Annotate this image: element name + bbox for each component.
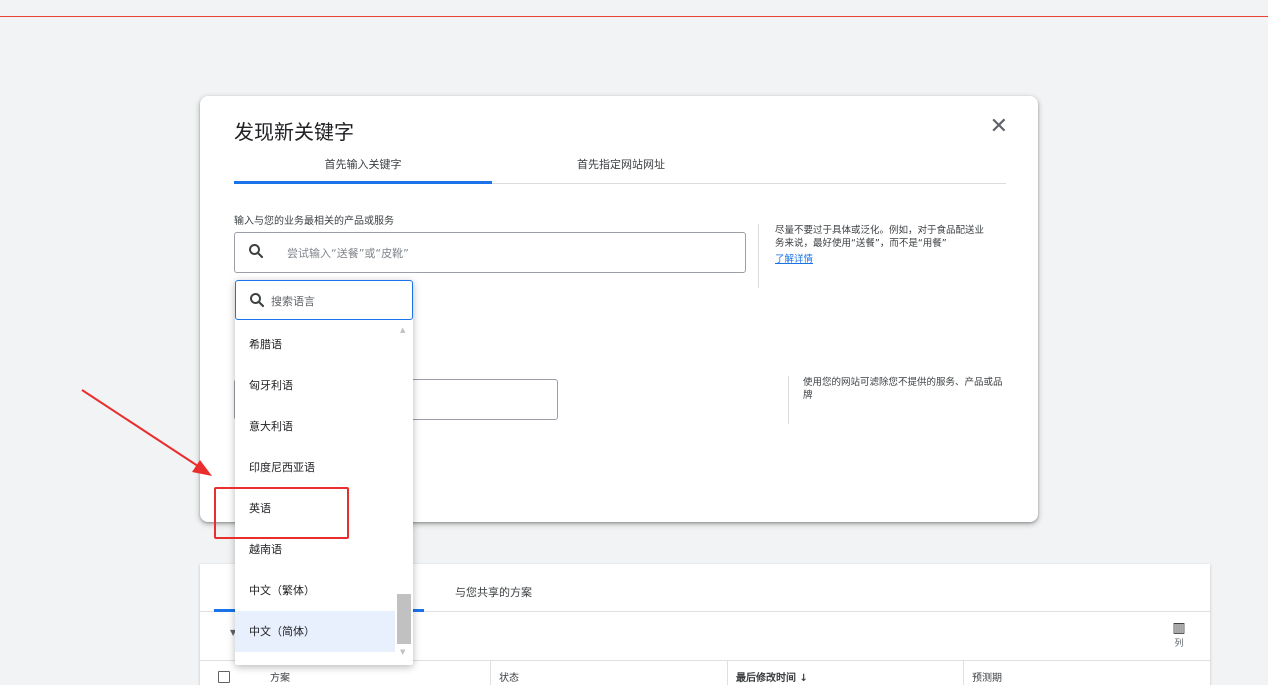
language-option[interactable]: 意大利语 (235, 406, 395, 447)
keyword-input-box[interactable] (234, 232, 746, 273)
header-last-modified[interactable]: 最后修改时间 ↓ (728, 661, 964, 685)
keyword-input[interactable] (287, 243, 727, 263)
search-icon (250, 293, 265, 308)
website-help-text: 使用您的网站可滤除您不提供的服务、产品或品牌 (788, 376, 1008, 424)
language-option[interactable]: 匈牙利语 (235, 365, 395, 406)
keyword-help-body: 尽量不要过于具体或泛化。例如，对于食品配送业务来说，最好使用“送餐”，而不是“用… (775, 225, 985, 249)
scroll-up-icon[interactable]: ▲ (400, 326, 405, 334)
header-status[interactable]: 状态 (491, 661, 728, 685)
tab-start-with-website[interactable]: 首先指定网站网址 (492, 156, 750, 172)
search-icon (249, 244, 264, 259)
language-option[interactable]: 中文（繁体） (235, 570, 395, 611)
columns-label: 列 (1174, 639, 1184, 649)
language-search-input[interactable] (271, 292, 401, 310)
scroll-thumb[interactable] (397, 594, 411, 644)
tab-shared-plans[interactable]: 与您共享的方案 (455, 584, 532, 600)
columns-icon: ▥ (1172, 620, 1186, 636)
dialog-title: 发现新关键字 (234, 120, 354, 144)
annotation-arrow-icon (81, 389, 212, 476)
page: 与您共享的方案 ▼ ▥ 列 方案 状态 最后修改时间 ↓ 预测期 发现新关键字 … (0, 0, 1268, 685)
language-dropdown: 希腊语 匈牙利语 意大利语 印度尼西亚语 英语 越南语 中文（繁体） 中文（简体… (235, 280, 413, 665)
header-forecast-period[interactable]: 预测期 (964, 661, 1210, 685)
close-icon[interactable]: ✕ (990, 114, 1008, 140)
annotation-highlight-box (214, 487, 349, 539)
keyword-field-label: 输入与您的业务最相关的产品或服务 (234, 216, 394, 227)
learn-more-link[interactable]: 了解详情 (775, 253, 990, 266)
tab-start-with-keywords[interactable]: 首先输入关键字 (234, 156, 492, 172)
tab-active-indicator (234, 181, 492, 184)
language-option-selected[interactable]: 中文（简体） (235, 611, 395, 652)
top-divider (0, 16, 1268, 17)
language-option[interactable]: 印度尼西亚语 (235, 447, 395, 488)
dropdown-scrollbar[interactable]: ▲ ▼ (397, 324, 411, 660)
language-search-box[interactable] (235, 280, 413, 320)
columns-button[interactable]: ▥ 列 (1164, 620, 1194, 649)
language-option[interactable]: 希腊语 (235, 324, 395, 365)
scroll-down-icon[interactable]: ▼ (400, 648, 405, 656)
dialog-tabs: 首先输入关键字 首先指定网站网址 (234, 146, 1006, 184)
keyword-help-text: 尽量不要过于具体或泛化。例如，对于食品配送业务来说，最好使用“送餐”，而不是“用… (758, 224, 990, 288)
